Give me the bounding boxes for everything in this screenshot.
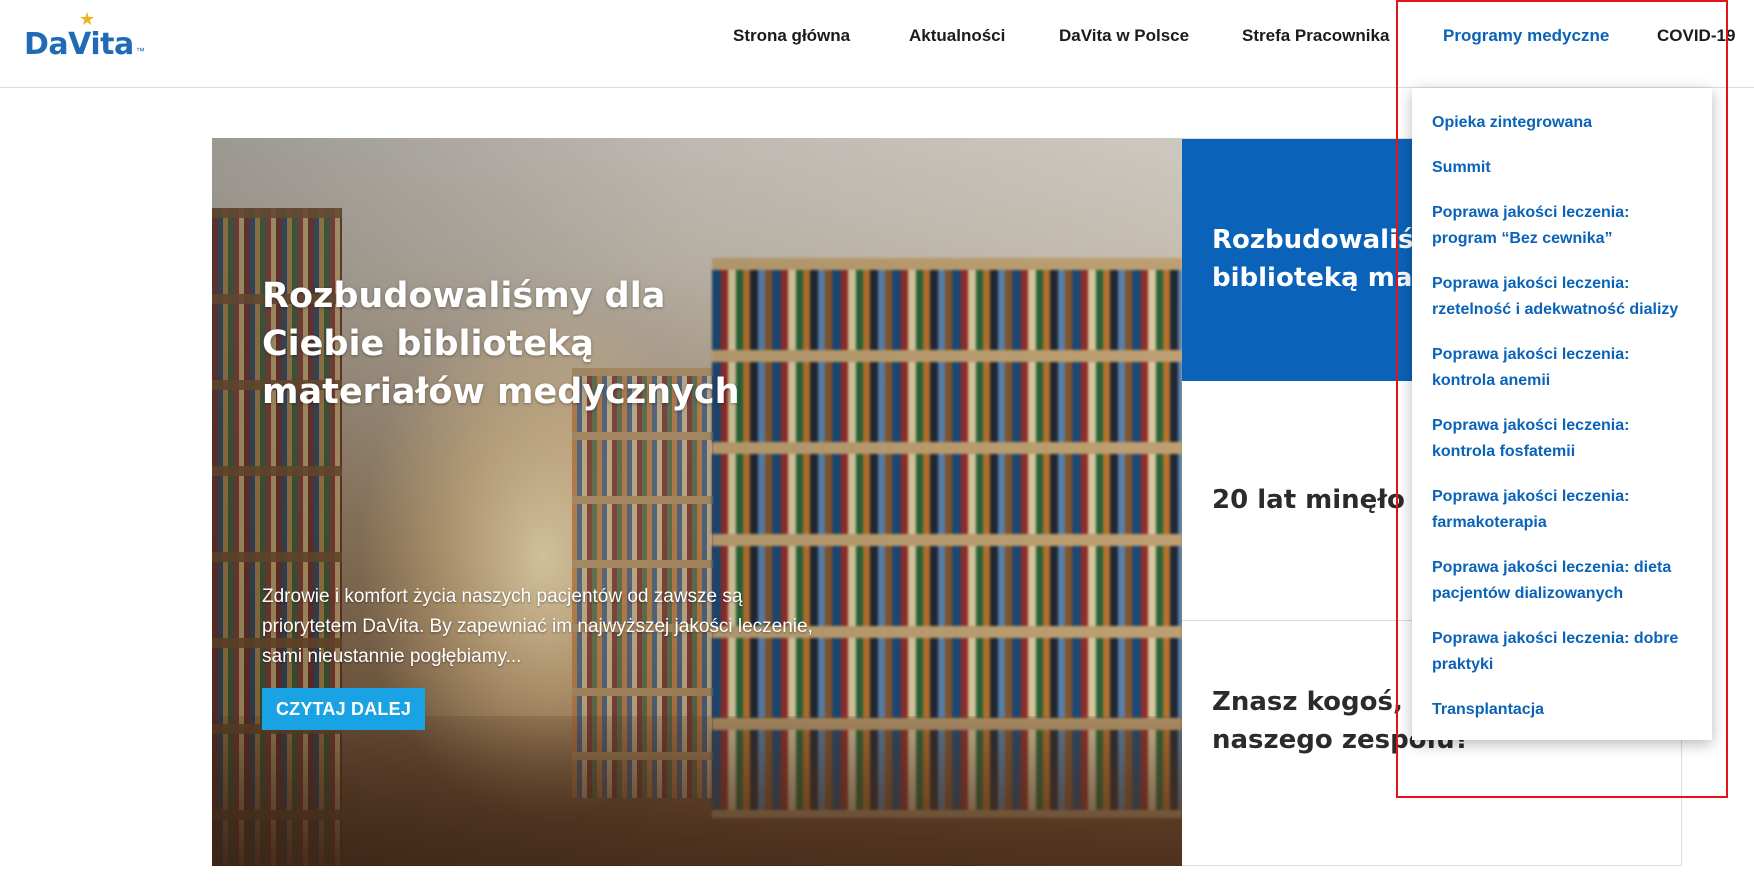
- read-more-button[interactable]: CZYTAJ DALEJ: [262, 688, 425, 730]
- dropdown-item-dialysis-adequacy[interactable]: Poprawa jakości leczenia: rzetelność i a…: [1432, 271, 1692, 323]
- dropdown-item-dialysis-diet[interactable]: Poprawa jakości leczenia: dieta pacjentó…: [1432, 555, 1692, 607]
- hero-title: Rozbudowaliśmy dla Ciebie biblioteką mat…: [262, 276, 740, 412]
- nav-item-covid[interactable]: COVID-19: [1657, 26, 1735, 46]
- nav-item-home[interactable]: Strona główna: [733, 26, 850, 46]
- dropdown-item-pharmacotherapy[interactable]: Poprawa jakości leczenia: farmakoterapia: [1432, 484, 1692, 536]
- nav-item-medical-programs[interactable]: Programy medyczne: [1443, 26, 1609, 46]
- dropdown-item-phosphatemia-control[interactable]: Poprawa jakości leczenia: kontrola fosfa…: [1432, 413, 1692, 465]
- nav-item-employee-zone[interactable]: Strefa Pracownika: [1242, 26, 1389, 46]
- dropdown-item-transplantation[interactable]: Transplantacja: [1432, 697, 1692, 723]
- hero-overlay: [212, 138, 1182, 866]
- dropdown-item-integrated-care[interactable]: Opieka zintegrowana: [1432, 110, 1692, 136]
- main-navigation: Strona główna Aktualności DaVita w Polsc…: [0, 0, 1754, 78]
- nav-item-news[interactable]: Aktualności: [909, 26, 1005, 46]
- nav-item-davita-poland[interactable]: DaVita w Polsce: [1059, 26, 1189, 46]
- dropdown-item-summit[interactable]: Summit: [1432, 155, 1692, 181]
- hero-slide[interactable]: Rozbudowaliśmy dla Ciebie biblioteką mat…: [212, 138, 1182, 866]
- hero-excerpt: Zdrowie i komfort życia naszych pacjentó…: [262, 586, 813, 667]
- dropdown-item-catheter-free[interactable]: Poprawa jakości leczenia: program “Bez c…: [1432, 200, 1692, 252]
- dropdown-item-good-practices[interactable]: Poprawa jakości leczenia: dobre praktyki: [1432, 626, 1692, 678]
- medical-programs-dropdown: Opieka zintegrowana Summit Poprawa jakoś…: [1412, 88, 1712, 740]
- site-header: DaVita ★ ™ Strona główna Aktualności DaV…: [0, 0, 1754, 88]
- dropdown-item-anemia-control[interactable]: Poprawa jakości leczenia: kontrola anemi…: [1432, 342, 1692, 394]
